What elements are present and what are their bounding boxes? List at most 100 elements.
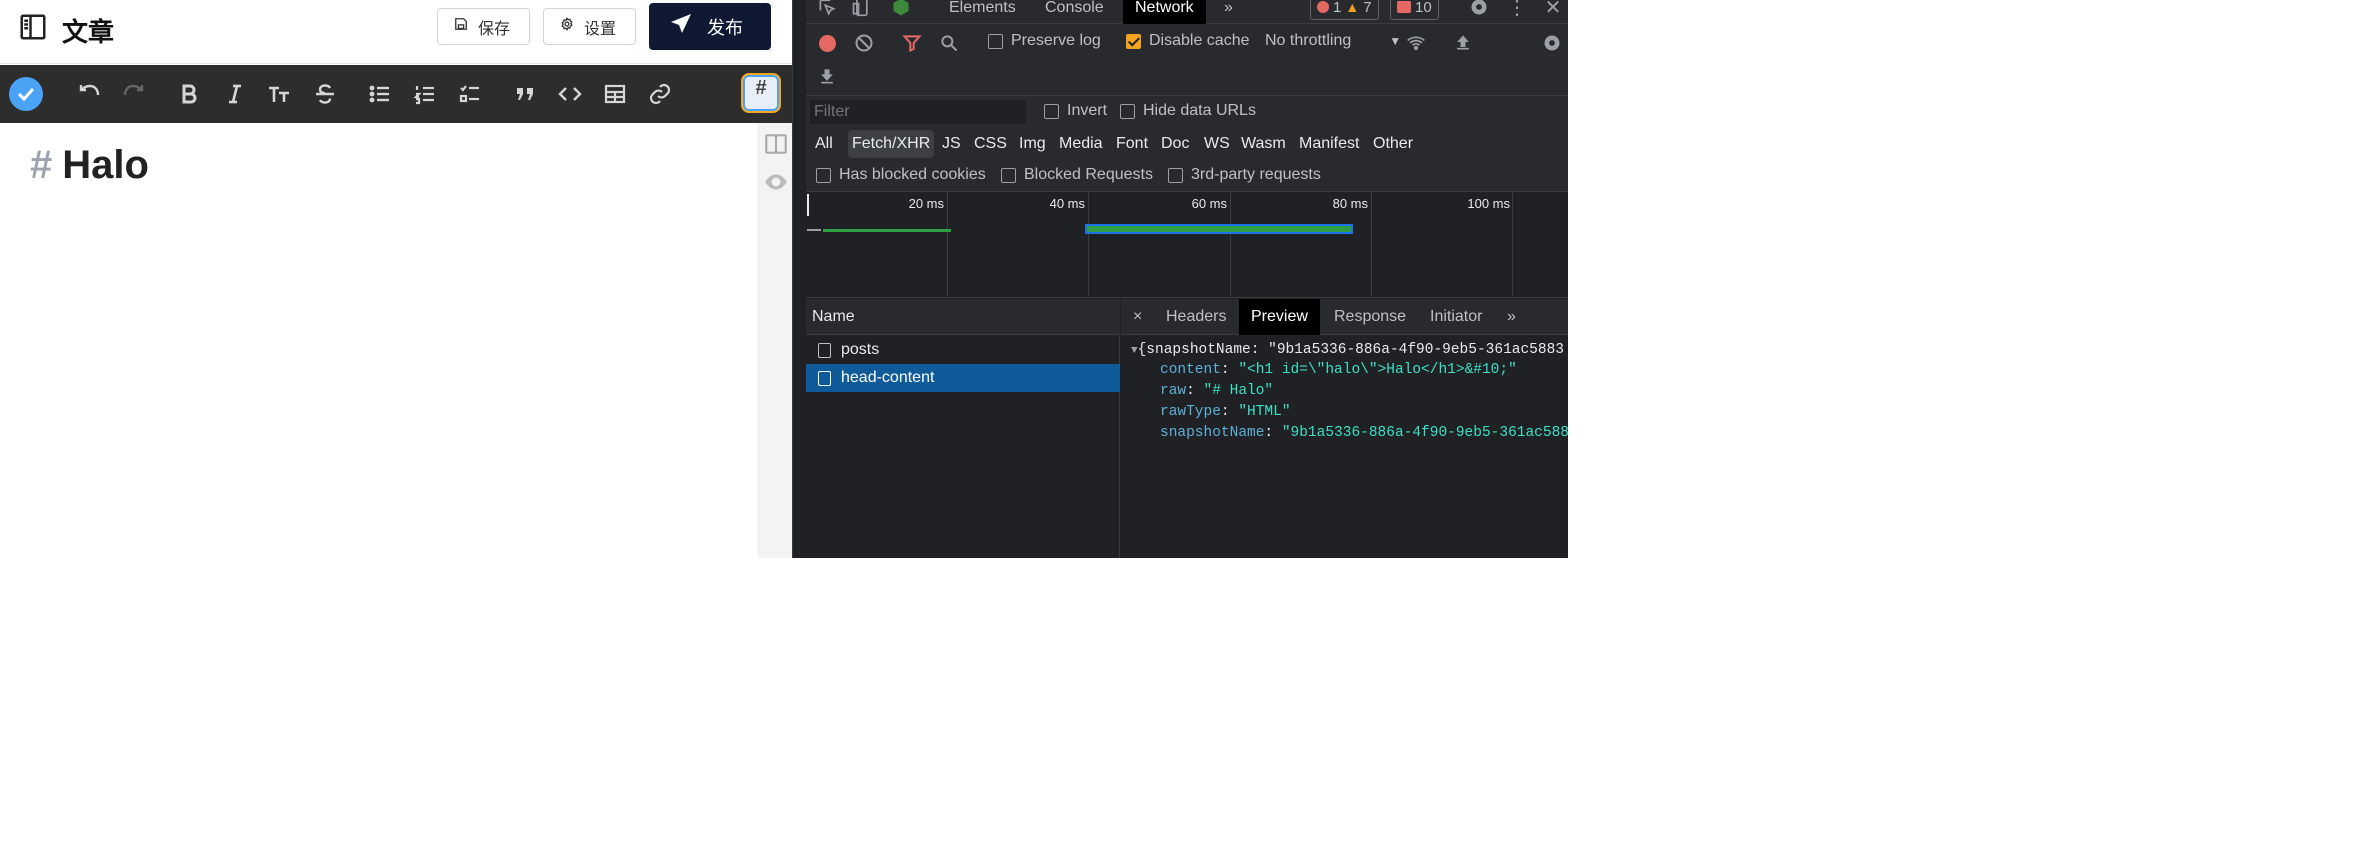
type-manifest[interactable]: Manifest xyxy=(1295,130,1363,158)
quote-icon[interactable] xyxy=(508,77,542,111)
record-icon[interactable] xyxy=(817,33,837,53)
json-value: "# Halo" xyxy=(1203,383,1274,399)
editor-header: 文章 保存 设置 发布 xyxy=(0,0,792,64)
type-wasm[interactable]: Wasm xyxy=(1237,130,1290,158)
type-js[interactable]: JS xyxy=(938,130,965,158)
error-warning-badge[interactable]: 1 ▲ 7 xyxy=(1310,0,1379,20)
request-row-head-content[interactable]: head-content xyxy=(806,364,1120,392)
network-timeline[interactable]: 20 ms 40 ms 60 ms 80 ms 100 ms xyxy=(806,192,1568,298)
kebab-menu-icon[interactable]: ⋮ xyxy=(1506,0,1528,19)
filter-icon[interactable] xyxy=(902,33,922,53)
search-icon[interactable] xyxy=(939,33,959,53)
code-icon[interactable] xyxy=(553,77,587,111)
throttling-select[interactable]: No throttling ▼ xyxy=(1265,32,1401,50)
type-other[interactable]: Other xyxy=(1369,130,1417,158)
pane-divider[interactable] xyxy=(792,0,806,558)
preserve-log-checkbox[interactable]: Preserve log xyxy=(988,32,1101,50)
italic-icon[interactable] xyxy=(218,77,252,111)
disable-cache-label: Disable cache xyxy=(1149,32,1250,49)
type-img[interactable]: Img xyxy=(1015,130,1050,158)
type-doc[interactable]: Doc xyxy=(1157,130,1193,158)
more-tabs[interactable]: » xyxy=(1212,0,1245,24)
document-icon xyxy=(818,370,831,386)
export-har-icon[interactable] xyxy=(817,66,837,86)
chevron-down-icon: ▼ xyxy=(1389,34,1402,48)
network-conditions-icon[interactable] xyxy=(1405,32,1427,54)
issues-badge[interactable]: 10 xyxy=(1390,0,1439,20)
task-list-icon[interactable] xyxy=(453,77,487,111)
tab-network[interactable]: Network xyxy=(1123,0,1206,24)
request-list: Name posts head-content xyxy=(806,299,1120,558)
strikethrough-icon[interactable] xyxy=(308,77,342,111)
blocked-cookies-checkbox[interactable]: Has blocked cookies xyxy=(816,166,986,184)
eye-icon[interactable] xyxy=(763,169,789,195)
heading-text: Halo xyxy=(62,143,149,187)
save-button[interactable]: 保存 xyxy=(437,8,530,45)
filter-input[interactable] xyxy=(810,100,1026,124)
close-icon[interactable]: ✕ xyxy=(1542,0,1564,19)
table-icon[interactable] xyxy=(598,77,632,111)
heading-marker: # xyxy=(30,143,53,187)
bullet-list-icon[interactable] xyxy=(363,77,397,111)
undo-icon[interactable] xyxy=(72,77,106,111)
issues-count: 10 xyxy=(1415,0,1432,16)
hash-icon[interactable]: # xyxy=(741,73,781,113)
clear-icon[interactable] xyxy=(854,33,874,53)
request-detail-panel: × Headers Preview Response Initiator » ▼… xyxy=(1121,299,1568,558)
split-view-icon[interactable] xyxy=(763,131,789,157)
tab-initiator[interactable]: Initiator xyxy=(1418,299,1494,335)
import-har-icon[interactable] xyxy=(1453,32,1473,52)
tab-headers[interactable]: Headers xyxy=(1154,299,1238,335)
heading-line[interactable]: # Halo xyxy=(30,143,149,188)
json-field: raw: "# Halo" xyxy=(1160,383,1274,399)
third-party-checkbox[interactable]: 3rd-party requests xyxy=(1168,166,1321,184)
tab-console[interactable]: Console xyxy=(1033,0,1116,24)
disable-cache-checkbox[interactable]: Disable cache xyxy=(1126,32,1250,50)
invert-checkbox[interactable]: Invert xyxy=(1044,102,1107,120)
tab-preview[interactable]: Preview xyxy=(1239,299,1320,335)
request-bar-posts-queue xyxy=(807,229,821,231)
page-title: 文章 xyxy=(18,12,114,49)
hide-data-urls-checkbox[interactable]: Hide data URLs xyxy=(1120,102,1256,120)
editor-content[interactable]: # Halo xyxy=(0,123,758,558)
type-fetch-xhr[interactable]: Fetch/XHR xyxy=(848,130,935,158)
type-all[interactable]: All xyxy=(811,130,837,158)
close-detail-button[interactable]: × xyxy=(1121,299,1154,335)
type-font[interactable]: Font xyxy=(1112,130,1152,158)
settings-button[interactable]: 设置 xyxy=(543,8,636,45)
gear-icon xyxy=(560,17,574,36)
tab-elements[interactable]: Elements xyxy=(937,0,1028,24)
redo-icon[interactable] xyxy=(117,77,151,111)
inspect-icon[interactable] xyxy=(816,0,838,18)
warning-icon: ▲ xyxy=(1345,0,1360,15)
publish-button[interactable]: 发布 xyxy=(649,3,771,50)
page-title-text: 文章 xyxy=(62,17,115,47)
check-icon[interactable] xyxy=(9,77,43,111)
hash-glyph: # xyxy=(755,77,767,99)
tick-label: 60 ms xyxy=(1191,196,1227,211)
request-name: head-content xyxy=(841,369,935,386)
type-css[interactable]: CSS xyxy=(970,130,1011,158)
document-icon xyxy=(818,342,831,358)
name-column-header[interactable]: Name xyxy=(806,299,1120,335)
extension-icon[interactable] xyxy=(890,0,912,18)
numbered-list-icon[interactable] xyxy=(408,77,442,111)
tick-label: 20 ms xyxy=(908,196,944,211)
type-ws[interactable]: WS xyxy=(1200,130,1234,158)
link-icon[interactable] xyxy=(643,77,677,111)
send-icon xyxy=(669,12,693,41)
heading-icon[interactable] xyxy=(262,77,296,111)
gear-icon[interactable] xyxy=(1468,0,1490,18)
blocked-requests-checkbox[interactable]: Blocked Requests xyxy=(1001,166,1153,184)
json-field: rawType: "HTML" xyxy=(1160,404,1291,420)
type-media[interactable]: Media xyxy=(1055,130,1107,158)
json-root-line[interactable]: ▼{snapshotName: "9b1a5336-886a-4f90-9eb5… xyxy=(1131,342,1564,358)
device-toolbar-icon[interactable] xyxy=(850,0,872,18)
bold-icon[interactable] xyxy=(172,77,206,111)
network-settings-icon[interactable] xyxy=(1541,32,1563,54)
request-bar-head-content xyxy=(1085,224,1353,234)
tab-response[interactable]: Response xyxy=(1322,299,1418,335)
more-detail-tabs[interactable]: » xyxy=(1495,299,1528,335)
blocked-requests-label: Blocked Requests xyxy=(1024,166,1153,183)
request-row-posts[interactable]: posts xyxy=(806,336,1120,364)
